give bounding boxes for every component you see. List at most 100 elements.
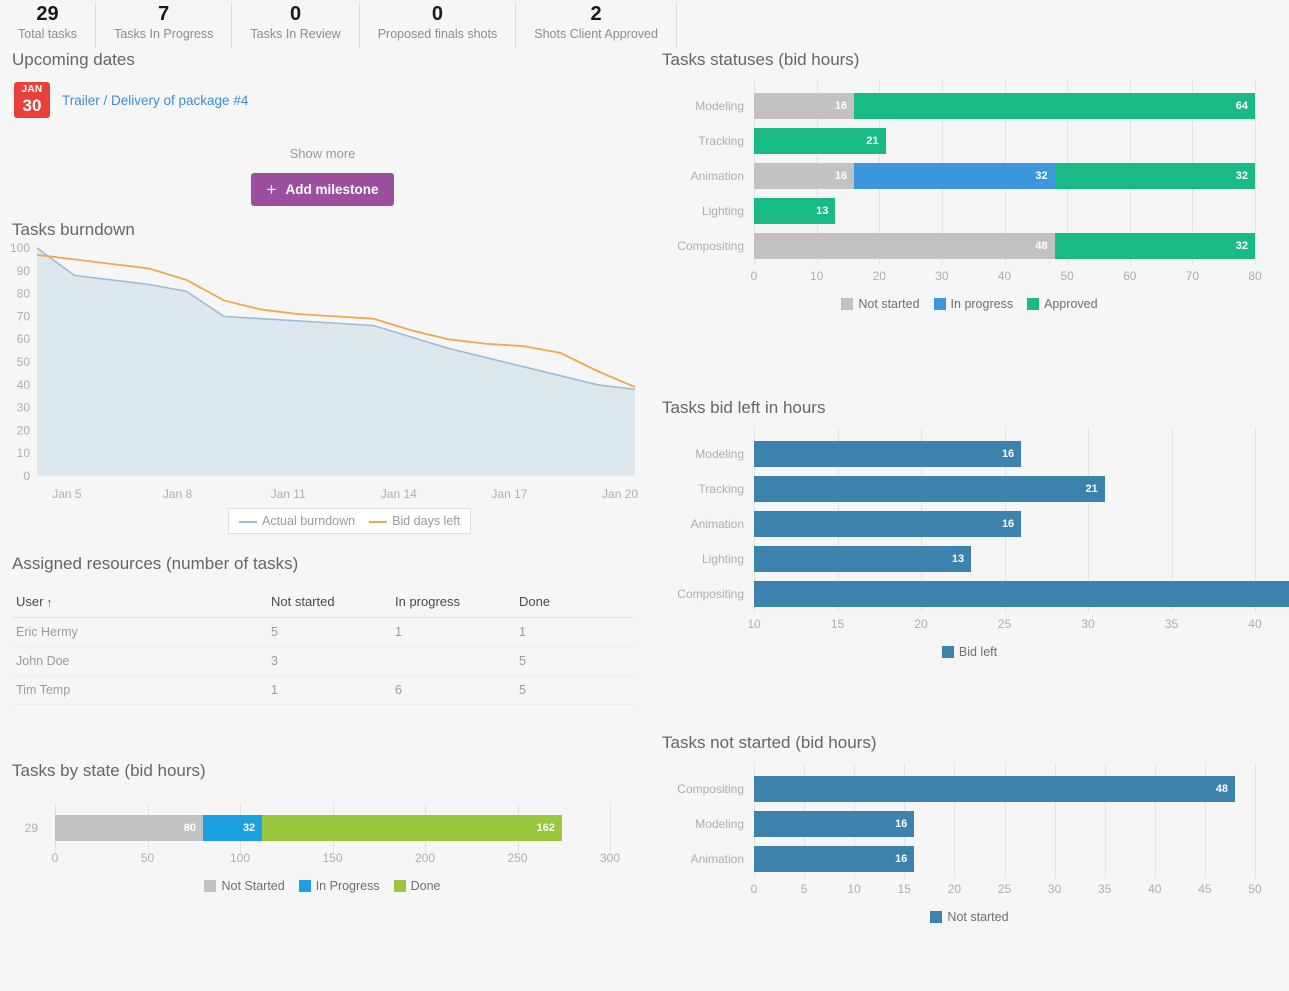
- kpi-4: 2Shots Client Approved: [516, 2, 677, 48]
- bar-segment[interactable]: 80: [55, 815, 203, 841]
- legend-item[interactable]: In Progress: [299, 879, 380, 893]
- table-row[interactable]: Eric Hermy511: [12, 618, 634, 647]
- column-header-done[interactable]: Done: [515, 588, 634, 618]
- category-label: Modeling: [634, 817, 744, 831]
- tasks-bid-left-title: Tasks bid left in hours: [650, 398, 1289, 418]
- in-progress-count: 6: [391, 676, 515, 705]
- assigned-resources-panel: Assigned resources (number of tasks) Use…: [0, 554, 650, 705]
- bar-segment[interactable]: 40: [754, 581, 1289, 607]
- kpi-0: 29Total tasks: [0, 2, 96, 48]
- table-row[interactable]: John Doe35: [12, 647, 634, 676]
- bar-segment[interactable]: 64: [854, 93, 1255, 119]
- burndown-legend: Actual burndown Bid days left: [228, 508, 471, 534]
- legend-item[interactable]: Bid days left: [369, 514, 460, 528]
- not-started-count: 5: [267, 618, 391, 647]
- bar-value-label: 13: [952, 553, 964, 565]
- bar-segment[interactable]: 32: [1055, 233, 1255, 259]
- legend-swatch-icon: [204, 880, 216, 892]
- bar-segment[interactable]: 13: [754, 546, 971, 572]
- x-tick-label: 15: [884, 882, 924, 896]
- x-tick-label: 20: [901, 617, 941, 631]
- show-more-link[interactable]: Show more: [0, 118, 645, 161]
- bar-segment[interactable]: 13: [754, 198, 835, 224]
- x-tick-label: 25: [985, 617, 1025, 631]
- legend-item[interactable]: Approved: [1027, 297, 1098, 311]
- bar-segment[interactable]: 48: [754, 776, 1235, 802]
- bar-segment[interactable]: 32: [1055, 163, 1255, 189]
- bar-value-label: 48: [1216, 783, 1228, 795]
- kpi-value: 0: [378, 2, 498, 26]
- tasks-bid-left-plot-area: Modeling16Tracking21Animation16Lighting1…: [650, 426, 1289, 711]
- tasks-statuses-plot-area: Modeling1664Tracking21Animation163232Lig…: [650, 78, 1289, 368]
- svg-text:Jan 11: Jan 11: [271, 487, 306, 501]
- svg-text:10: 10: [17, 446, 31, 460]
- milestone-link[interactable]: Trailer / Delivery of package #4: [62, 93, 248, 108]
- add-milestone-button[interactable]: + Add milestone: [251, 173, 395, 206]
- category-label: Tracking: [634, 482, 744, 496]
- bar-value-label: 16: [1002, 518, 1014, 530]
- legend-item[interactable]: Bid left: [942, 645, 997, 659]
- x-tick-label: 150: [313, 851, 353, 865]
- bar-value-label: 16: [895, 853, 907, 865]
- gridline: [610, 803, 611, 853]
- x-tick-label: 40: [1135, 882, 1175, 896]
- calendar-date-badge: JAN 30: [14, 82, 50, 118]
- bar-value-label: 80: [184, 822, 196, 834]
- legend-swatch-icon: [841, 298, 853, 310]
- bar-segment[interactable]: 48: [754, 233, 1055, 259]
- column-header-not-started[interactable]: Not started: [267, 588, 391, 618]
- svg-text:90: 90: [17, 264, 31, 278]
- kpi-label: Tasks In Review: [250, 26, 340, 42]
- x-tick-label: 10: [834, 882, 874, 896]
- legend-item[interactable]: Not started: [841, 297, 919, 311]
- legend-item[interactable]: Not started: [930, 910, 1008, 924]
- tasks-burndown-chart: Tasks burndown 0102030405060708090100Jan…: [0, 220, 650, 520]
- legend-label: Not started: [858, 297, 919, 311]
- bar-segment[interactable]: 32: [203, 815, 262, 841]
- bar-segment[interactable]: 16: [754, 511, 1021, 537]
- bar-segment[interactable]: 16: [754, 93, 854, 119]
- bar-value-label: 16: [895, 818, 907, 830]
- bar-segment[interactable]: 16: [754, 163, 854, 189]
- x-tick-label: 300: [590, 851, 630, 865]
- legend-swatch-icon: [930, 911, 942, 923]
- category-label: Lighting: [634, 552, 744, 566]
- legend-line-icon: [369, 521, 387, 523]
- bar-segment[interactable]: 32: [854, 163, 1054, 189]
- legend-item[interactable]: Done: [394, 879, 441, 893]
- category-label: Animation: [634, 852, 744, 866]
- category-label: Animation: [634, 169, 744, 183]
- table-row[interactable]: Tim Temp165: [12, 676, 634, 705]
- bar-segment[interactable]: 162: [262, 815, 562, 841]
- bar-segment[interactable]: 21: [754, 476, 1105, 502]
- x-tick-label: 80: [1235, 269, 1275, 283]
- x-tick-label: 250: [498, 851, 538, 865]
- legend-item[interactable]: Not Started: [204, 879, 284, 893]
- x-tick-label: 0: [734, 269, 774, 283]
- not-started-count: 1: [267, 676, 391, 705]
- legend-item[interactable]: In progress: [934, 297, 1014, 311]
- x-tick-label: 70: [1172, 269, 1212, 283]
- milestone-row[interactable]: JAN 30 Trailer / Delivery of package #4: [0, 70, 650, 118]
- category-label: Compositing: [634, 587, 744, 601]
- x-tick-label: 0: [734, 882, 774, 896]
- legend-item[interactable]: Actual burndown: [239, 514, 355, 528]
- legend-label: Actual burndown: [262, 514, 355, 528]
- tasks-not-started-title: Tasks not started (bid hours): [650, 733, 1289, 753]
- legend-label: In Progress: [316, 879, 380, 893]
- assigned-resources-table: User ↑Not startedIn progressDone Eric He…: [12, 588, 634, 705]
- bar-segment[interactable]: 16: [754, 846, 914, 872]
- plus-icon: +: [267, 183, 277, 197]
- bar-segment[interactable]: 16: [754, 441, 1021, 467]
- kpi-label: Proposed finals shots: [378, 26, 498, 42]
- column-header-user[interactable]: User ↑: [12, 588, 267, 618]
- bar-segment[interactable]: 16: [754, 811, 914, 837]
- svg-text:70: 70: [17, 309, 31, 323]
- bar-value-label: 21: [1085, 483, 1097, 495]
- bar-segment[interactable]: 21: [754, 128, 886, 154]
- x-tick-label: 50: [128, 851, 168, 865]
- bar-value-label: 32: [1236, 170, 1248, 182]
- svg-text:Jan 8: Jan 8: [163, 487, 193, 501]
- x-tick-label: 200: [405, 851, 445, 865]
- column-header-in-progress[interactable]: In progress: [391, 588, 515, 618]
